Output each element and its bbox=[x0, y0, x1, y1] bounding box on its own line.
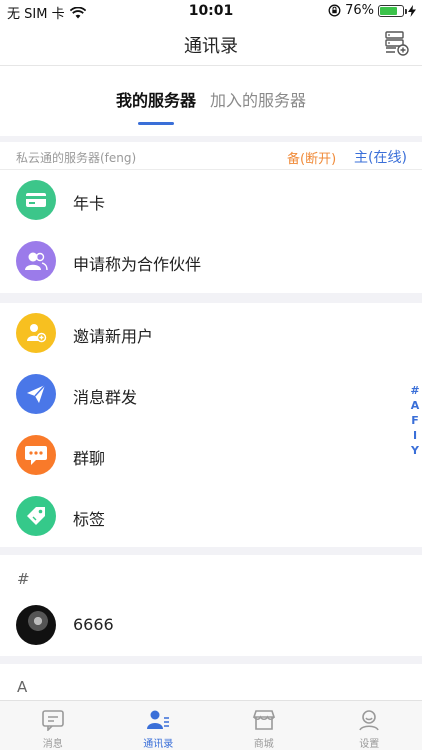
server-name: 私云通的服务器(feng) bbox=[16, 151, 137, 165]
tab-label: 设置 bbox=[359, 739, 380, 750]
tab-settings[interactable]: 设置 bbox=[317, 701, 422, 750]
group-header: # bbox=[17, 570, 30, 588]
server-add-icon bbox=[385, 31, 409, 56]
tab-contacts[interactable]: 通讯录 bbox=[106, 701, 212, 750]
divider bbox=[0, 656, 422, 664]
menu-item-label: 申请称为合作伙伴 bbox=[73, 255, 202, 274]
index-letter[interactable]: F bbox=[409, 413, 421, 428]
rotation-lock-icon bbox=[328, 4, 341, 17]
tag-icon bbox=[16, 496, 56, 536]
menu-item-broadcast[interactable]: 消息群发 bbox=[0, 364, 422, 425]
card-icon bbox=[16, 180, 56, 220]
tab-messages[interactable]: 消息 bbox=[0, 701, 106, 750]
tab-my-servers[interactable]: 我的服务器 bbox=[116, 87, 196, 125]
menu-item-label: 标签 bbox=[73, 510, 106, 529]
contacts-icon bbox=[147, 710, 170, 729]
menu-item-label: 群聊 bbox=[73, 449, 106, 468]
divider bbox=[0, 293, 422, 303]
partner-icon bbox=[16, 241, 56, 281]
menu-item-label: 年卡 bbox=[73, 194, 106, 213]
index-letter[interactable]: Y bbox=[409, 443, 421, 458]
send-icon bbox=[16, 374, 56, 414]
charging-bolt-icon bbox=[408, 4, 416, 17]
tab-label: 消息 bbox=[42, 739, 63, 750]
nav-bar: 通讯录 bbox=[0, 22, 422, 66]
avatar bbox=[16, 605, 56, 645]
menu-item-apply-partner[interactable]: 申请称为合作伙伴 bbox=[0, 231, 422, 292]
index-letter[interactable]: # bbox=[409, 383, 421, 398]
bottom-tab-bar: 消息 通讯录 商城 设置 bbox=[0, 700, 422, 750]
contact-name: 6666 bbox=[73, 615, 114, 634]
menu-item-annual-card[interactable]: 年卡 bbox=[0, 170, 422, 231]
tab-joined-servers[interactable]: 加入的服务器 bbox=[210, 87, 306, 115]
index-letter[interactable]: A bbox=[409, 398, 421, 413]
server-header: 私云通的服务器(feng) 备(断开) 主(在线) bbox=[0, 142, 422, 170]
battery-icon bbox=[378, 4, 407, 17]
message-icon bbox=[41, 710, 64, 731]
contact-row[interactable]: 6666 bbox=[0, 594, 422, 655]
page-title: 通讯录 bbox=[184, 36, 238, 57]
menu-item-label: 邀请新用户 bbox=[73, 327, 154, 346]
backup-server-status[interactable]: 备(断开) bbox=[287, 148, 336, 167]
group-header: A bbox=[17, 678, 28, 696]
menu-item-label: 消息群发 bbox=[73, 388, 138, 407]
server-tabs: 我的服务器 加入的服务器 bbox=[0, 66, 422, 136]
invite-user-icon bbox=[16, 313, 56, 353]
menu-item-group-chat[interactable]: 群聊 bbox=[0, 425, 422, 486]
server-add-button[interactable] bbox=[384, 30, 410, 56]
store-icon bbox=[252, 710, 275, 730]
settings-user-icon bbox=[359, 710, 379, 731]
main-server-status[interactable]: 主(在线) bbox=[354, 147, 407, 167]
menu-item-invite-user[interactable]: 邀请新用户 bbox=[0, 303, 422, 364]
divider bbox=[0, 547, 422, 555]
status-bar: 无 SIM 卡 10:01 76% bbox=[0, 0, 422, 22]
battery-percent: 76% bbox=[345, 3, 374, 18]
tab-store[interactable]: 商城 bbox=[211, 701, 317, 750]
tab-label: 通讯录 bbox=[143, 739, 174, 750]
alphabet-index-bar[interactable]: # A F I Y bbox=[409, 383, 421, 458]
index-letter[interactable]: I bbox=[409, 428, 421, 443]
menu-item-tags[interactable]: 标签 bbox=[0, 486, 422, 547]
tab-label: 商城 bbox=[253, 739, 274, 750]
group-chat-icon bbox=[16, 435, 56, 475]
